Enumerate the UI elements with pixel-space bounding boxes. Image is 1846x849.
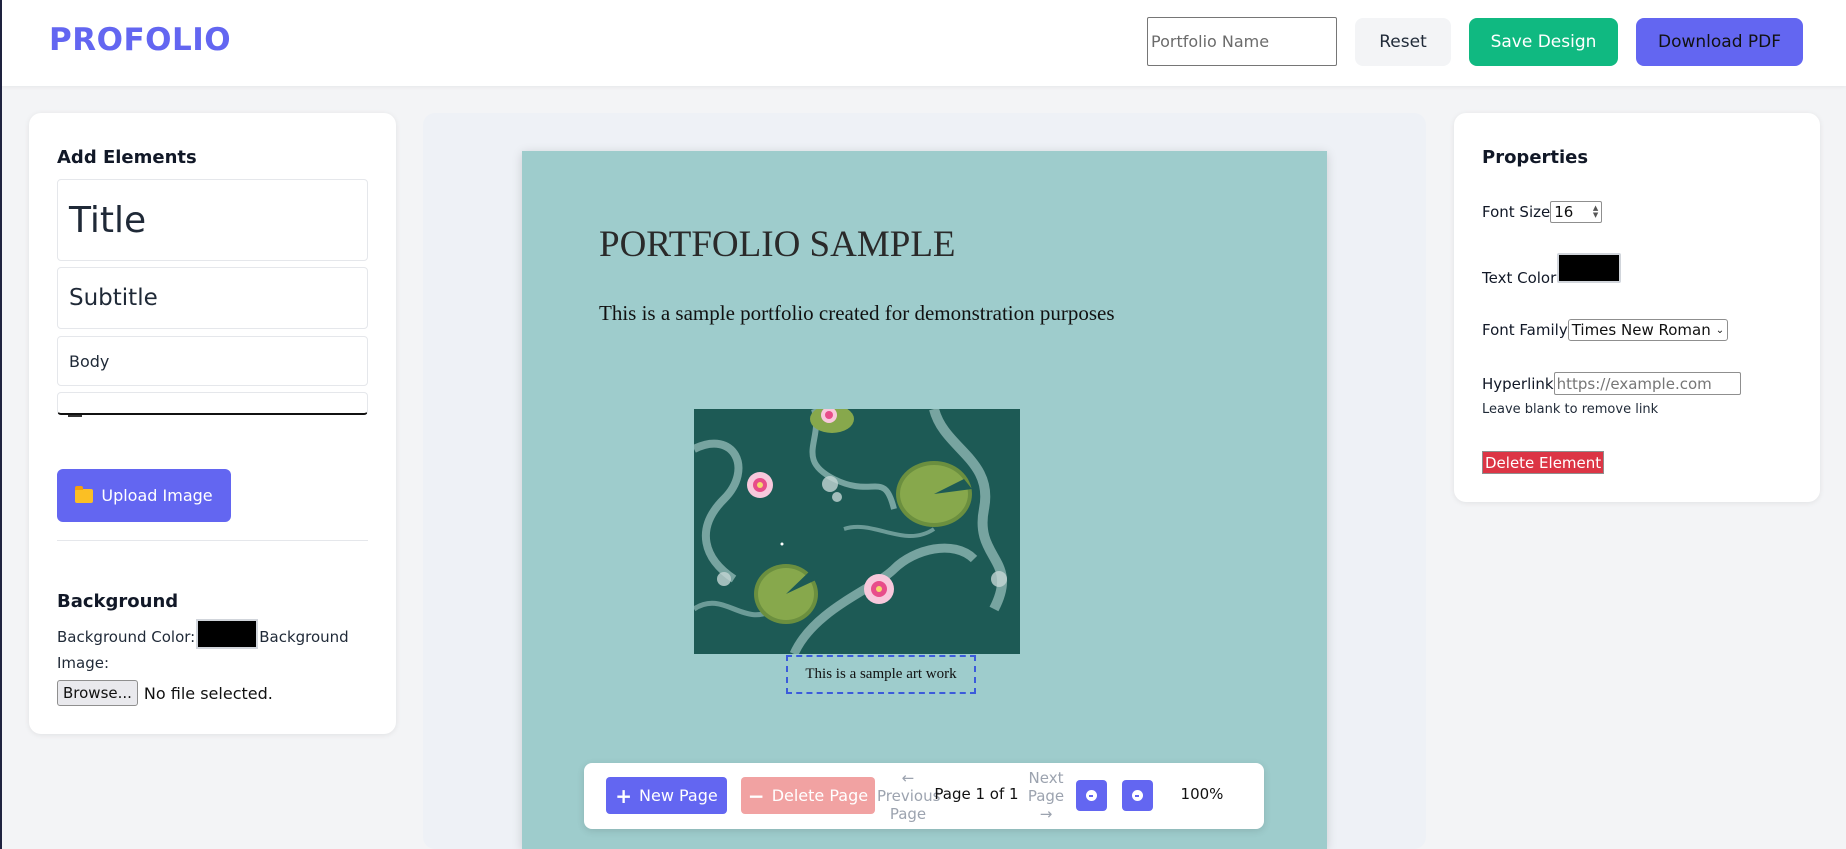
new-page-button[interactable]: + New Page (606, 777, 727, 814)
zoom-out-button[interactable] (1076, 780, 1107, 811)
upload-image-button[interactable]: Upload Image (57, 469, 231, 522)
window-edge (0, 0, 2, 849)
reset-button[interactable]: Reset (1355, 18, 1451, 66)
background-heading: Background (57, 591, 179, 612)
portfolio-page[interactable]: PORTFOLIO SAMPLE This is a sample portfo… (522, 151, 1327, 849)
font-family-select[interactable]: Times New Roman ⌄ (1567, 319, 1729, 341)
page-title-element[interactable]: PORTFOLIO SAMPLE (599, 223, 956, 266)
app-logo[interactable]: PROFOLIO (49, 22, 231, 58)
delete-element-button[interactable]: Delete Element (1482, 451, 1605, 474)
plus-icon: + (615, 783, 633, 808)
delete-page-label: Delete Page (771, 786, 869, 805)
font-size-value: 16 (1554, 203, 1574, 221)
browse-button[interactable]: Browse... (57, 680, 138, 706)
text-color-row: Text Color (1482, 253, 1622, 287)
spinner-arrows-icon[interactable]: ▲ ▼ (1593, 205, 1598, 219)
page-indicator: Page 1 of 1 (934, 785, 1019, 803)
download-pdf-button[interactable]: Download PDF (1636, 18, 1803, 66)
hyperlink-input[interactable]: https://example.com (1553, 372, 1741, 395)
lily-pond-painting (694, 409, 1020, 654)
zoom-in-button[interactable] (1122, 780, 1153, 811)
add-title-element[interactable]: Title (57, 179, 368, 261)
page-toolbar: + New Page − Delete Page ← Previous Page… (584, 763, 1264, 829)
add-elements-heading: Add Elements (57, 147, 197, 168)
chevron-down-icon: ⌄ (1715, 324, 1725, 336)
hyperlink-label: Hyperlink (1482, 374, 1554, 393)
minus-icon: − (747, 783, 765, 808)
zoom-in-icon (1132, 790, 1143, 801)
background-file-row: Browse... No file selected. (57, 680, 273, 706)
next-page-label: Next Page (1027, 769, 1065, 805)
upload-image-label: Upload Image (101, 486, 213, 505)
panel-divider (57, 540, 368, 541)
folder-icon (75, 485, 94, 503)
previous-page-label: Previous Page (877, 787, 941, 823)
font-family-value: Times New Roman (1571, 321, 1711, 339)
save-design-button[interactable]: Save Design (1469, 18, 1618, 66)
background-color-picker[interactable] (196, 619, 259, 649)
portfolio-name-input[interactable] (1147, 17, 1337, 66)
text-color-label: Text Color (1482, 269, 1557, 287)
top-header: PROFOLIO Reset Save Design Download PDF (2, 0, 1846, 86)
font-family-label: Font Family (1482, 321, 1568, 339)
zoom-level: 100% (1180, 785, 1224, 803)
font-size-input[interactable]: 16 ▲ ▼ (1550, 201, 1603, 223)
delete-page-button[interactable]: − Delete Page (741, 777, 875, 814)
arrow-left-icon: ← (901, 769, 915, 787)
background-settings: Background Color: Background Image: (57, 619, 377, 676)
arrow-right-icon: → (1039, 805, 1053, 823)
font-size-row: Font Size 16 ▲ ▼ (1482, 201, 1603, 223)
add-subtitle-element[interactable]: Subtitle (57, 267, 368, 329)
previous-page-button[interactable]: ← Previous Page (877, 769, 941, 823)
artwork-image[interactable] (694, 409, 1020, 654)
add-elements-panel: Add Elements Title Subtitle Body Upload … (29, 113, 396, 734)
hyperlink-row: Hyperlink https://example.com (1482, 372, 1741, 395)
background-color-label: Background Color: (57, 628, 196, 646)
zoom-out-icon (1086, 790, 1097, 801)
next-page-button[interactable]: Next Page → (1015, 769, 1077, 823)
properties-panel: Properties Font Size 16 ▲ ▼ Text Color Fo… (1454, 113, 1820, 502)
text-color-picker[interactable] (1557, 253, 1622, 283)
page-body-element[interactable]: This is a sample portfolio created for d… (599, 295, 1119, 332)
add-divider-element[interactable] (57, 392, 368, 415)
no-file-text: No file selected. (143, 683, 273, 703)
add-body-element[interactable]: Body (57, 336, 368, 386)
font-family-row: Font Family Times New Roman ⌄ (1482, 319, 1729, 341)
caption-text-element[interactable]: This is a sample art work (786, 655, 976, 694)
new-page-label: New Page (639, 786, 718, 805)
font-size-label: Font Size (1482, 203, 1551, 221)
properties-heading: Properties (1482, 147, 1589, 168)
hyperlink-hint: Leave blank to remove link (1482, 402, 1659, 417)
divider-preview-mark (68, 415, 82, 417)
